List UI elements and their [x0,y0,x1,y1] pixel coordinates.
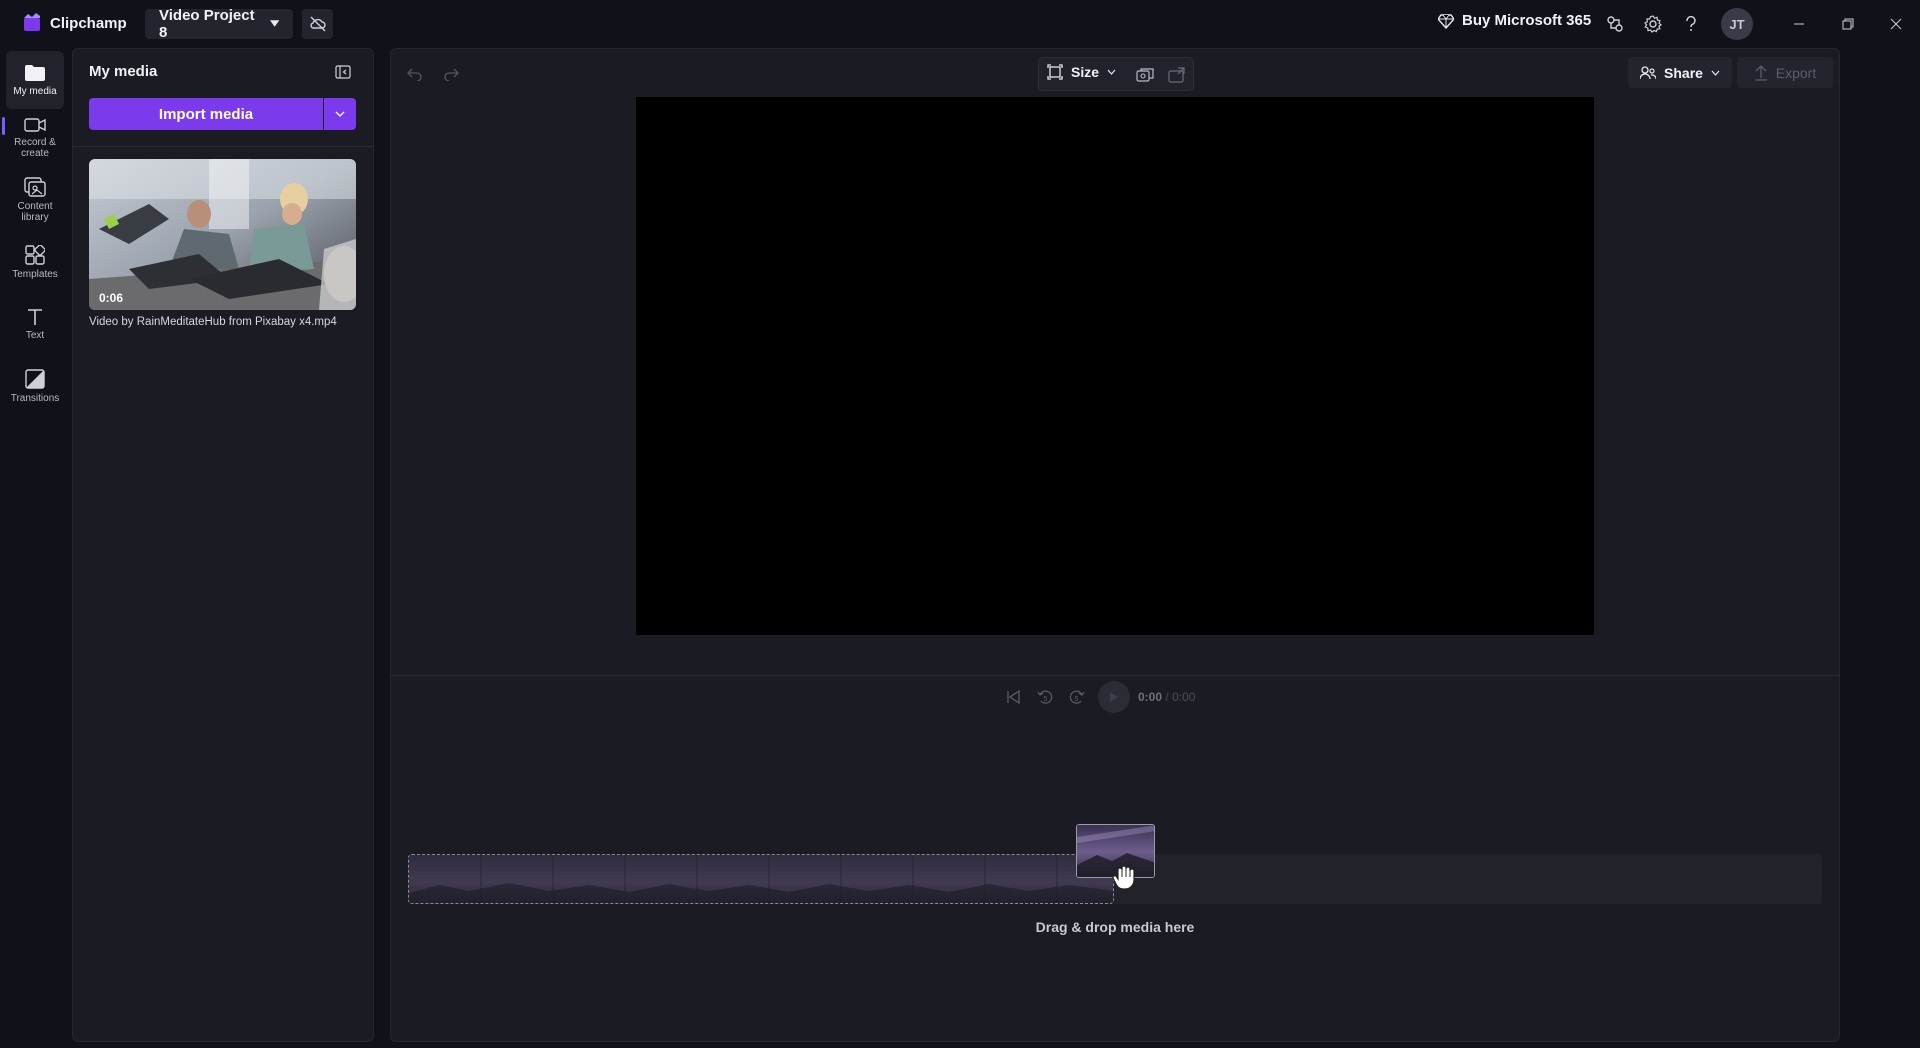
share-button[interactable]: Share [1628,57,1732,88]
camera-icon [24,118,46,132]
close-icon [1890,18,1902,30]
rail-item-text[interactable]: Text [6,295,64,353]
people-icon [1640,65,1657,79]
skip-to-start-button[interactable] [1002,686,1024,708]
replace-icon [1168,67,1185,83]
chevron-down-icon [335,111,345,117]
chevron-down-icon [1107,69,1116,75]
project-name-button[interactable]: Video Project 8 [145,7,293,41]
export-button[interactable]: Export [1737,57,1833,88]
drop-media-label: Drag & drop media here [1035,919,1195,935]
restore-button[interactable] [1836,12,1860,36]
play-icon [1110,692,1118,702]
buy-microsoft-365-label: Buy Microsoft 365 [1462,12,1592,29]
grab-hand-cursor-icon [1112,865,1135,890]
rail-item-content-library[interactable]: Content library [6,171,64,229]
media-thumbnail[interactable]: 0:06 [89,159,356,310]
preview-timeline-divider [391,675,1839,676]
video-thumbnail-image [89,159,356,310]
replace-media-button[interactable] [1167,65,1187,85]
redo-button[interactable] [440,63,462,85]
background-color-button[interactable] [1135,65,1155,85]
clipchamp-logo-icon [24,13,40,31]
rewind-5-button[interactable]: 5 [1034,686,1056,708]
clip-filmstrip-preview [409,855,1113,903]
import-media-dropdown[interactable] [324,98,356,130]
close-window-button[interactable] [1884,12,1908,36]
redo-icon [444,68,459,81]
forward-5-icon: 5 [1069,690,1085,704]
background-swap-icon [1136,68,1154,82]
import-media-button[interactable]: Import media [89,98,323,130]
size-button[interactable]: Size [1047,64,1116,80]
user-avatar[interactable]: JT [1721,8,1753,40]
left-navigation-rail: My media Record & create Content library… [0,48,70,1048]
forward-5-button[interactable]: 5 [1066,686,1088,708]
rail-item-templates[interactable]: Templates [6,233,64,291]
collapse-panel-button[interactable] [332,62,354,82]
text-icon [28,308,42,325]
size-label: Size [1071,64,1100,80]
restore-icon [1842,18,1854,30]
library-icon [24,177,46,197]
active-indicator [2,117,5,135]
project-name: Video Project 8 [159,7,255,41]
export-label: Export [1775,64,1817,81]
time-separator: / [1165,690,1169,704]
minimize-icon [1794,23,1804,25]
rewind-seconds: 5 [1044,696,1048,703]
total-time: 0:00 [1172,690,1196,704]
rewind-5-icon: 5 [1037,690,1053,704]
rail-label: Transitions [10,392,60,404]
connections-icon [1607,16,1623,32]
timeline-drop-zone[interactable] [408,854,1114,904]
transitions-icon [25,368,45,389]
canvas-toolbar: Size [1038,57,1194,91]
title-bar: Clipchamp Video Project 8 Buy Microsoft … [0,0,1920,48]
share-feedback-button[interactable] [1603,12,1627,36]
video-preview-canvas[interactable] [636,97,1594,635]
upload-icon [1754,64,1767,81]
folder-icon [25,64,45,81]
media-duration: 0:06 [99,291,124,305]
minimize-button[interactable] [1787,12,1811,36]
rail-item-my-media[interactable]: My media [6,51,64,109]
cloud-sync-button[interactable] [302,9,333,39]
media-filename: Video by RainMeditateHub from Pixabay x4… [89,316,337,328]
collapse-panel-icon [335,65,351,79]
templates-icon [25,244,45,265]
rail-label: Content library [17,201,53,223]
settings-button[interactable] [1641,12,1665,36]
rail-item-record-create[interactable]: Record & create [6,109,64,167]
diamond-icon [1438,13,1454,29]
app-brand[interactable]: Clipchamp [22,13,127,33]
question-mark-icon [1686,16,1696,31]
panel-divider [73,146,373,147]
panel-title: My media [89,63,158,80]
caret-down-icon [269,20,279,27]
rail-label: Record & create [14,137,56,159]
undo-icon [407,68,422,81]
media-panel: My media Import media 0:06 Video by Rain… [72,48,374,1042]
rail-label: Templates [12,268,58,280]
playback-controls: 5 5 0:00 / 0:00 [1002,679,1195,715]
rail-label: My media [13,85,57,97]
rail-item-transitions[interactable]: Transitions [6,357,64,415]
play-button[interactable] [1098,681,1130,713]
buy-microsoft-365-button[interactable]: Buy Microsoft 365 [1438,12,1591,29]
undo-button[interactable] [404,63,426,85]
skip-to-start-icon [1007,690,1020,704]
cloud-off-icon [309,16,326,32]
app-name: Clipchamp [50,14,127,32]
editor-area: Size Share Export 5 5 0:00 / 0:00 Drag &… [390,48,1840,1042]
help-button[interactable] [1679,12,1703,36]
chevron-down-icon [1711,70,1720,76]
current-time: 0:00 [1138,690,1163,704]
gear-icon [1644,15,1662,33]
rail-label: Text [25,329,45,341]
share-label: Share [1664,64,1703,81]
forward-seconds: 5 [1075,696,1079,703]
aspect-ratio-icon [1047,64,1063,80]
